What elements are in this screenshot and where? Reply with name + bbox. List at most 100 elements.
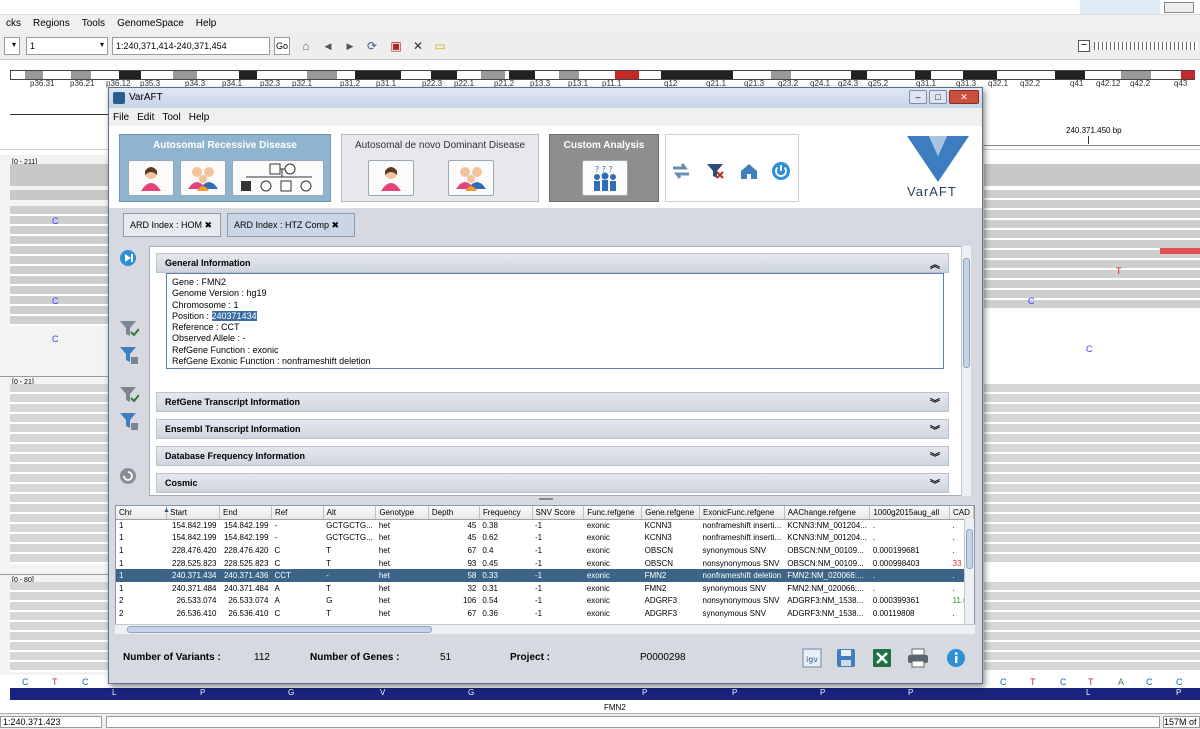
column-header[interactable]: Alt <box>323 506 377 520</box>
power-icon[interactable] <box>770 160 792 182</box>
table-row[interactable]: 1 240.371.484 240.371.484 A Thet 32 0.31 -1 exon… <box>116 582 974 595</box>
back-icon[interactable]: ◀ <box>320 38 336 54</box>
scrollbar-thumb[interactable] <box>966 529 973 569</box>
swap-icon[interactable] <box>670 160 692 182</box>
filter-check-icon-2[interactable] <box>119 385 140 408</box>
ruler-line <box>10 114 110 115</box>
menu-file[interactable]: File <box>109 112 133 123</box>
section-db-frequency[interactable]: Database Frequency Information ︾ <box>156 446 949 466</box>
section-general-info[interactable]: General Information ︽ <box>156 253 949 273</box>
family-button[interactable] <box>180 160 226 196</box>
menu-edit[interactable]: Edit <box>133 112 158 123</box>
table-h-scrollbar[interactable] <box>115 624 975 634</box>
filter-apply-icon-2[interactable] <box>119 411 139 434</box>
tab-ard-hom[interactable]: ARD Index : HOM ✖ <box>123 213 221 237</box>
menu-tool[interactable]: Tool <box>158 112 184 123</box>
reset-icon[interactable] <box>119 467 137 488</box>
column-header[interactable]: AAChange.refgene <box>784 506 871 520</box>
varaft-title-bar[interactable]: VarAFT – □ ✕ <box>109 88 982 108</box>
igv-menu-tracks[interactable]: cks <box>0 18 27 29</box>
minimize-icon[interactable]: – <box>909 90 927 104</box>
info-scrollbar[interactable] <box>961 246 971 496</box>
igv-menu-tools[interactable]: Tools <box>76 18 111 29</box>
sort-asc-icon[interactable]: ▲ <box>163 507 170 514</box>
chromosome-dropdown[interactable]: 1 ▾ <box>26 37 108 55</box>
column-header[interactable]: Func.refgene <box>583 506 643 520</box>
popup-icon[interactable]: ▭ <box>432 38 448 54</box>
filter-check-icon[interactable] <box>119 319 140 342</box>
table-cell: KCNN3 <box>644 521 672 531</box>
section-cosmic[interactable]: Cosmic ︾ <box>156 473 949 493</box>
table-row[interactable]: 1 228.525.823 228.525.823 C Thet 93 0.45 -1 exon… <box>116 557 974 570</box>
section-refgene[interactable]: RefGene Transcript Information ︾ <box>156 392 949 412</box>
tab-ard-htz-comp[interactable]: ARD Index : HTZ Comp ✖ <box>227 213 355 237</box>
zoom-out-icon[interactable]: − <box>1078 40 1090 52</box>
igv-export-icon[interactable]: igv <box>801 647 823 669</box>
column-header[interactable]: Gene.refgene <box>641 506 700 520</box>
scrollbar-thumb[interactable] <box>127 626 432 633</box>
column-header[interactable]: Frequency <box>479 506 533 520</box>
resize-icon[interactable]: ✕ <box>410 38 426 54</box>
refresh-icon[interactable]: ⟳ <box>364 38 380 54</box>
filter-apply-icon[interactable] <box>119 345 139 368</box>
tab-close-icon[interactable]: ✖ <box>205 220 213 230</box>
genome-dropdown[interactable]: ▾ <box>4 37 20 55</box>
excel-export-icon[interactable] <box>871 647 893 669</box>
column-header[interactable]: Start <box>166 506 221 520</box>
column-header[interactable]: Depth <box>428 506 480 520</box>
scrollbar-thumb[interactable] <box>963 258 970 368</box>
table-v-scrollbar[interactable] <box>964 519 974 624</box>
mode-autosomal-recessive[interactable]: Autosomal Recessive Disease <box>119 134 331 202</box>
igv-menu-genomespace[interactable]: GenomeSpace <box>111 18 190 29</box>
forward-icon[interactable]: ▶ <box>342 38 358 54</box>
print-icon[interactable] <box>907 647 929 669</box>
home-icon[interactable] <box>738 160 760 182</box>
igv-menu-regions[interactable]: Regions <box>27 18 76 29</box>
column-header[interactable]: CAD <box>949 506 974 520</box>
position-value[interactable]: 240371434 <box>211 310 257 321</box>
play-icon[interactable] <box>119 249 137 270</box>
zoom-slider[interactable] <box>1094 42 1198 50</box>
single-patient-button-dominant[interactable] <box>368 160 414 196</box>
chevron-down-icon[interactable]: ︾ <box>930 476 940 491</box>
table-row[interactable]: 2 26.533.074 26.533.074 A Ghet 106 0.54 -1 exoni… <box>116 595 974 608</box>
table-cell: 240.371.434 <box>166 569 220 582</box>
maximize-icon[interactable]: □ <box>929 90 947 104</box>
column-header[interactable]: Chr <box>116 506 168 520</box>
mode-custom-analysis[interactable]: Custom Analysis ? ? ? <box>549 134 659 202</box>
igv-menu-help[interactable]: Help <box>190 18 223 29</box>
column-header[interactable]: End <box>219 506 272 520</box>
single-patient-button[interactable] <box>128 160 174 196</box>
info-icon[interactable] <box>945 647 967 669</box>
column-header[interactable]: SNV Score <box>532 506 585 520</box>
region-icon[interactable]: ▣ <box>388 38 404 54</box>
splitter-handle[interactable] <box>539 498 553 500</box>
chevron-down-icon[interactable]: ︾ <box>930 449 940 464</box>
column-header[interactable]: ExonicFunc.refgene <box>699 506 785 520</box>
column-header[interactable]: 1000g2015aug_all <box>869 506 950 520</box>
table-row[interactable]: 1 240.371.434 240.371.436 CCT - het 58 0.33 -1 ex… <box>116 569 974 582</box>
family-button-dominant[interactable] <box>448 160 494 196</box>
go-button[interactable]: Go <box>274 37 290 55</box>
menu-help[interactable]: Help <box>185 112 214 123</box>
table-row[interactable]: 1 154.842.199 154.842.199- GCTGCTG... het 45 0… <box>116 532 974 545</box>
save-icon[interactable] <box>835 647 857 669</box>
chevron-down-icon[interactable]: ︾ <box>930 395 940 410</box>
column-header[interactable]: Ref <box>271 506 324 520</box>
tab-close-icon[interactable]: ✖ <box>332 220 340 230</box>
close-icon[interactable]: ✕ <box>949 90 979 104</box>
table-row[interactable]: 1 228.476.420 228.476.420 C Thet 67 0.4 -1 exoni… <box>116 544 974 557</box>
chevron-down-icon[interactable]: ︾ <box>930 422 940 437</box>
igv-window-controls[interactable] <box>1164 2 1194 13</box>
locus-input[interactable]: 1:240,371,414-240,371,454 <box>112 37 270 55</box>
chevron-up-icon[interactable]: ︽ <box>930 256 940 271</box>
pedigree-button[interactable] <box>232 160 324 196</box>
column-header[interactable]: Genotype <box>375 506 429 520</box>
clear-filter-icon[interactable] <box>704 160 726 182</box>
home-icon[interactable]: ⌂ <box>298 38 314 54</box>
table-row[interactable]: 2 26.536.410 26.536.410 C Thet 67 0.36 -1 exonic… <box>116 607 974 620</box>
table-row[interactable]: 1 154.842.199 154.842.199- GCTGCTG... het 45 0… <box>116 519 974 532</box>
custom-analysis-button[interactable]: ? ? ? <box>582 160 628 196</box>
mode-autosomal-dominant[interactable]: Autosomal de novo Dominant Disease <box>341 134 539 202</box>
section-ensembl[interactable]: Ensembl Transcript Information ︾ <box>156 419 949 439</box>
